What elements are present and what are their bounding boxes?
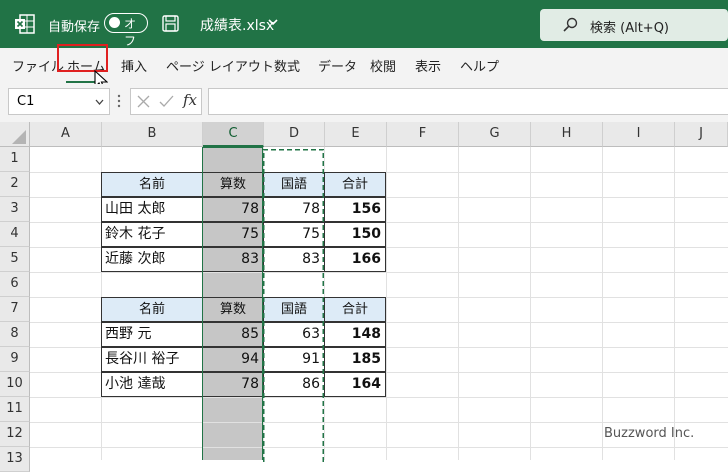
formula-input[interactable] (208, 88, 728, 115)
column-header-c[interactable]: C (203, 122, 264, 147)
row-header[interactable]: 11 (0, 397, 30, 422)
tab-data[interactable]: データ (318, 56, 357, 75)
table-header-cell[interactable]: 名前 (101, 172, 203, 197)
gridline (30, 397, 728, 398)
column-header-i[interactable]: I (603, 122, 675, 147)
spreadsheet-grid: A B C D E F G H I J 1 2 3 4 5 6 7 8 9 10… (0, 122, 728, 472)
chevron-down-icon[interactable] (268, 19, 278, 26)
name-cell[interactable]: 小池 達哉 (101, 372, 203, 397)
row-header[interactable]: 8 (0, 322, 30, 347)
row-header[interactable]: 3 (0, 197, 30, 222)
column-header-d[interactable]: D (264, 122, 325, 147)
name-box[interactable]: C1 (8, 88, 110, 115)
name-cell[interactable]: 長谷川 裕子 (101, 347, 203, 372)
select-all-triangle-icon (12, 130, 26, 144)
highlight-box (57, 44, 108, 72)
row-header[interactable]: 5 (0, 247, 30, 272)
select-all-corner[interactable] (0, 122, 30, 147)
row-header[interactable]: 4 (0, 222, 30, 247)
search-placeholder: 検索 (Alt+Q) (590, 21, 670, 36)
more-options-icon[interactable] (117, 94, 121, 108)
chevron-down-icon[interactable] (95, 99, 104, 105)
gridline (30, 272, 728, 273)
tab-insert[interactable]: 挿入 (121, 56, 147, 75)
cancel-icon[interactable] (137, 95, 150, 108)
file-name[interactable]: 成績表.xlsx (200, 15, 274, 35)
copy-marquee (263, 149, 324, 462)
insert-function-button[interactable]: fx (183, 91, 197, 109)
name-cell[interactable]: 山田 太郎 (101, 197, 203, 222)
row-header[interactable]: 10 (0, 372, 30, 397)
tab-help[interactable]: ヘルプ (460, 56, 499, 75)
row-header[interactable]: 1 (0, 147, 30, 172)
name-cell[interactable]: 西野 元 (101, 322, 203, 347)
tab-review[interactable]: 校閲 (370, 56, 396, 75)
formula-bar: C1 fx (0, 84, 728, 122)
formula-buttons: fx (130, 88, 202, 115)
row-header[interactable]: 7 (0, 297, 30, 322)
excel-logo-icon[interactable] (14, 13, 36, 35)
save-icon[interactable] (162, 15, 179, 32)
total-cell[interactable]: 164 (324, 372, 386, 397)
name-box-value: C1 (17, 94, 35, 109)
total-cell[interactable]: 148 (324, 322, 386, 347)
toggle-knob (109, 17, 120, 28)
watermark: Buzzword Inc. (604, 426, 695, 441)
autosave-state: オフ (124, 17, 137, 48)
row-header[interactable]: 12 (0, 422, 30, 447)
table-header-cell[interactable]: 合計 (324, 172, 386, 197)
column-header-f[interactable]: F (387, 122, 459, 147)
row-header[interactable]: 9 (0, 347, 30, 372)
check-icon[interactable] (159, 95, 174, 108)
column-header-g[interactable]: G (459, 122, 531, 147)
tab-formulas[interactable]: 数式 (274, 56, 300, 75)
autosave-label: 自動保存 (48, 20, 101, 35)
gridline (530, 147, 531, 460)
table-header-cell[interactable]: 合計 (324, 297, 386, 322)
column-header-j[interactable]: J (675, 122, 728, 147)
column-header-e[interactable]: E (325, 122, 387, 147)
tab-view[interactable]: 表示 (415, 56, 441, 75)
gridline (30, 422, 728, 423)
column-header-b[interactable]: B (102, 122, 203, 147)
selected-column-border (202, 147, 263, 460)
autosave-toggle[interactable]: オフ (104, 13, 148, 48)
total-cell[interactable]: 166 (324, 247, 386, 272)
gridline (386, 147, 387, 460)
tab-page-layout[interactable]: ページ レイアウト (166, 56, 274, 75)
ribbon-tabs: ファイル ホーム 挿入 ページ レイアウト 数式 データ 校閲 表示 ヘルプ (0, 48, 728, 84)
search-box[interactable]: 検索 (Alt+Q) (540, 9, 728, 41)
column-header-h[interactable]: H (531, 122, 603, 147)
row-header[interactable]: 2 (0, 172, 30, 197)
gridline (458, 147, 459, 460)
gridline (674, 147, 675, 460)
total-cell[interactable]: 156 (324, 197, 386, 222)
name-cell[interactable]: 鈴木 花子 (101, 222, 203, 247)
total-cell[interactable]: 185 (324, 347, 386, 372)
table-header-cell[interactable]: 名前 (101, 297, 203, 322)
row-header[interactable]: 6 (0, 272, 30, 297)
column-header-a[interactable]: A (30, 122, 102, 147)
gridline (602, 147, 603, 460)
title-bar: 自動保存 オフ 成績表.xlsx 検索 (Alt+Q) (0, 0, 728, 48)
name-cell[interactable]: 近藤 次郎 (101, 247, 203, 272)
total-cell[interactable]: 150 (324, 222, 386, 247)
search-icon (563, 17, 578, 32)
gridline (30, 447, 728, 448)
